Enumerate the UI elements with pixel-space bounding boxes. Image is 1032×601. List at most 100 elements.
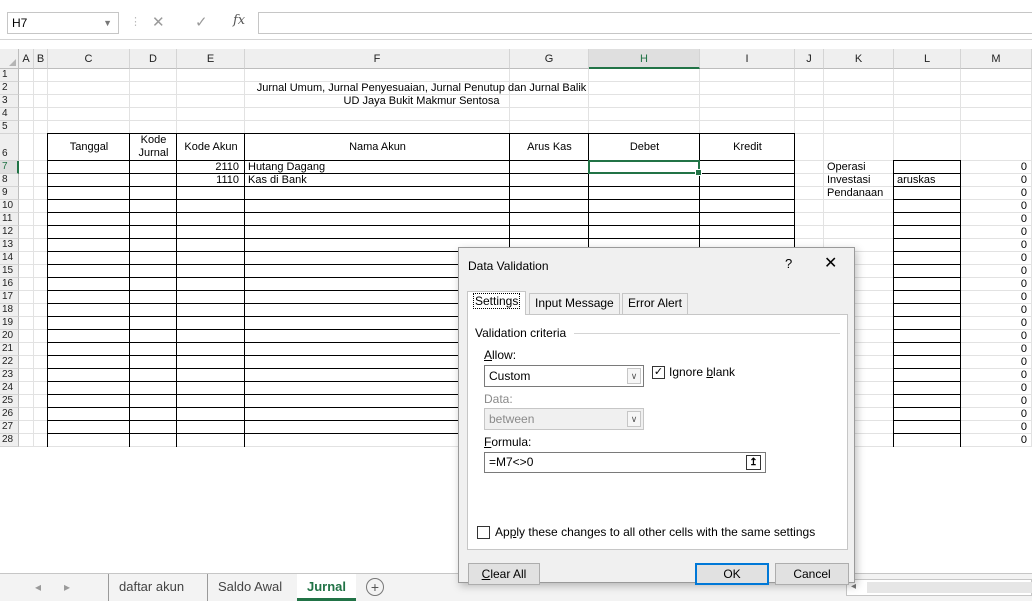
tab-daftar-akun[interactable]: daftar akun [108,574,194,601]
cell-m-value[interactable]: 0 [961,252,1027,265]
cell-m-value[interactable]: 0 [961,356,1027,369]
scroll-tabs-right-icon[interactable]: ▸ [64,580,70,594]
row-header-2[interactable]: 2 [0,82,19,95]
cell-m-value[interactable]: 0 [961,395,1027,408]
tab-input-message[interactable]: Input Message [529,293,620,314]
cell-m-value[interactable]: 0 [961,408,1027,421]
cancel-button[interactable]: Cancel [775,563,849,585]
row-header-26[interactable]: 26 [0,408,19,421]
column-header-b[interactable]: B [34,49,48,69]
tab-saldo-awal[interactable]: Saldo Awal [207,574,292,601]
selected-cell-h7[interactable] [588,160,702,176]
row-header-3[interactable]: 3 [0,95,19,108]
row-header-7[interactable]: 7 [0,161,19,174]
cell-m-value[interactable]: 0 [961,239,1027,252]
row-header-23[interactable]: 23 [0,369,19,382]
tab-jurnal[interactable]: Jurnal [297,574,357,601]
enter-icon[interactable]: ✓ [195,13,208,31]
range-select-icon[interactable]: ↥ [746,455,761,470]
cell-nama-akun[interactable]: Hutang Dagang [248,161,325,174]
row-header-12[interactable]: 12 [0,226,19,239]
row-header-1[interactable]: 1 [0,69,19,82]
column-header-k[interactable]: K [824,49,894,69]
cancel-icon[interactable]: ✕ [152,13,165,31]
cell-m-value[interactable]: 0 [961,278,1027,291]
cell-m-value[interactable]: 0 [961,317,1027,330]
row-header-18[interactable]: 18 [0,304,19,317]
row-header-15[interactable]: 15 [0,265,19,278]
cell-m-value[interactable]: 0 [961,369,1027,382]
row-header-21[interactable]: 21 [0,343,19,356]
cell-aruskas[interactable]: aruskas [897,174,936,187]
tab-settings[interactable]: Settings [467,291,527,315]
apply-to-all-checkbox[interactable] [477,526,490,539]
column-header-h[interactable]: H [589,49,700,69]
cell-m-value[interactable]: 0 [961,200,1027,213]
add-sheet-icon[interactable]: + [366,578,384,596]
cell-m-value[interactable]: 0 [961,343,1027,356]
row-header-19[interactable]: 19 [0,317,19,330]
row-header-16[interactable]: 16 [0,278,19,291]
column-header-g[interactable]: G [510,49,589,69]
cell-side-label[interactable]: Investasi [827,174,870,187]
cell-m-value[interactable]: 0 [961,304,1027,317]
row-header-8[interactable]: 8 [0,174,19,187]
horizontal-scrollbar[interactable]: ◂ [846,579,1032,596]
column-header-m[interactable]: M [961,49,1032,69]
cell-kode-akun[interactable]: 2110 [177,161,239,174]
name-box-dropdown-icon[interactable]: ▼ [103,13,112,33]
row-header-20[interactable]: 20 [0,330,19,343]
column-header-j[interactable]: J [795,49,824,69]
row-header-11[interactable]: 11 [0,213,19,226]
name-box[interactable]: H7 ▼ [7,12,119,34]
row-header-24[interactable]: 24 [0,382,19,395]
cell-m-value[interactable]: 0 [961,213,1027,226]
scroll-tabs-left-icon[interactable]: ◂ [35,580,41,594]
cell-m-value[interactable]: 0 [961,187,1027,200]
cell-kode-akun[interactable]: 1110 [177,174,239,187]
column-header-i[interactable]: I [700,49,795,69]
row-header-10[interactable]: 10 [0,200,19,213]
row-header-6[interactable]: 6 [0,134,19,161]
scrollbar-thumb[interactable] [867,582,1032,593]
row-header-27[interactable]: 27 [0,421,19,434]
allow-select[interactable]: Custom ∨ [484,365,644,387]
row-header-14[interactable]: 14 [0,252,19,265]
ignore-blank-checkbox[interactable]: ✓ [652,366,665,379]
row-header-25[interactable]: 25 [0,395,19,408]
cell-nama-akun[interactable]: Kas di Bank [248,174,307,187]
row-header-5[interactable]: 5 [0,121,19,134]
cell-side-label[interactable]: Operasi [827,161,866,174]
help-icon[interactable]: ? [785,256,792,271]
column-header-c[interactable]: C [48,49,130,69]
row-header-4[interactable]: 4 [0,108,19,121]
row-header-17[interactable]: 17 [0,291,19,304]
formula-field[interactable]: =M7<>0 ↥ [484,452,766,473]
column-header-l[interactable]: L [894,49,961,69]
cell-m-value[interactable]: 0 [961,330,1027,343]
cell-m-value[interactable]: 0 [961,421,1027,434]
row-header-9[interactable]: 9 [0,187,19,200]
row-header-28[interactable]: 28 [0,434,19,447]
ok-button[interactable]: OK [695,563,769,585]
cell-side-label[interactable]: Pendanaan [827,187,883,200]
cell-m-value[interactable]: 0 [961,174,1027,187]
cell-m-value[interactable]: 0 [961,226,1027,239]
column-header-a[interactable]: A [19,49,34,69]
row-header-22[interactable]: 22 [0,356,19,369]
cell-m-value[interactable]: 0 [961,265,1027,278]
cell-m-value[interactable]: 0 [961,291,1027,304]
column-header-f[interactable]: F [245,49,510,69]
cell-m-value[interactable]: 0 [961,434,1027,447]
cell-m-value[interactable]: 0 [961,382,1027,395]
chevron-down-icon[interactable]: ∨ [627,368,641,384]
select-all-corner[interactable] [0,49,19,69]
formula-input[interactable] [258,12,1032,34]
column-header-d[interactable]: D [130,49,177,69]
column-header-e[interactable]: E [177,49,245,69]
cell-m-value[interactable]: 0 [961,161,1027,174]
close-icon[interactable]: ✕ [824,253,837,273]
row-header-13[interactable]: 13 [0,239,19,252]
insert-function-icon[interactable]: fx [233,13,245,28]
tab-error-alert[interactable]: Error Alert [622,293,689,314]
